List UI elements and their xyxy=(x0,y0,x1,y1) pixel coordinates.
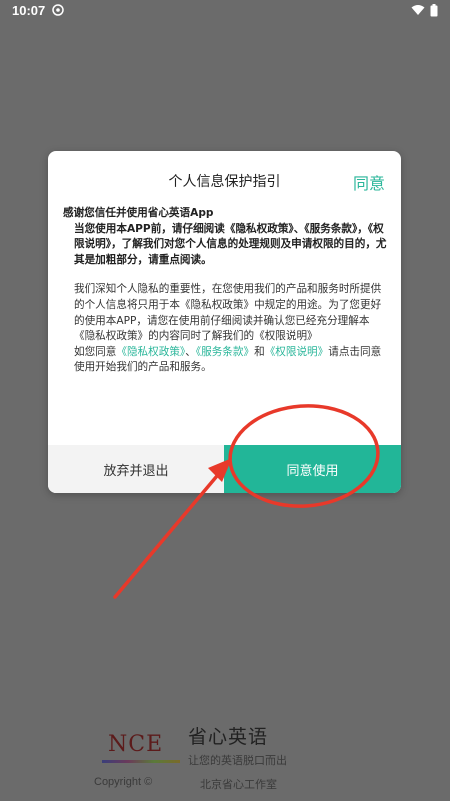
brand-slogan: 让您的英语脱口而出 xyxy=(188,754,287,767)
brand-name: 省心英语 xyxy=(188,726,269,748)
agree-link[interactable]: 同意 xyxy=(353,170,385,194)
consent-paragraph: 如您同意《隐私权政策》、《服务条款》和《权限说明》请点击同意使用开始我们的产品和… xyxy=(63,345,388,376)
separator-2: 和 xyxy=(254,345,265,358)
dialog-body: 感谢您信任并使用省心英语App 当您使用本APP前，请仔细阅读《隐私权政策》、《… xyxy=(63,206,388,376)
splash-brand: NCE 省心英语 让您的英语脱口而出 Copyright © 北京省心工作室 xyxy=(90,718,370,798)
wifi-icon xyxy=(411,5,425,15)
status-bar: 10:07 xyxy=(0,0,450,22)
permission-description-link[interactable]: 《权限说明》 xyxy=(265,346,329,358)
separator-1: 、 xyxy=(185,345,196,358)
brand-company: 北京省心工作室 xyxy=(200,778,277,791)
dialog-button-row: 放弃并退出 同意使用 xyxy=(48,445,401,493)
intro-line-1: 感谢您信任并使用省心英语App xyxy=(63,207,214,219)
intro-line-2: 当您使用本APP前，请仔细阅读《隐私权政策》、《服务条款》，《权限说明》，了解我… xyxy=(74,222,387,266)
privacy-dialog: 个人信息保护指引 同意 感谢您信任并使用省心英语App 当您使用本APP前，请仔… xyxy=(48,151,401,493)
dialog-title: 个人信息保护指引 xyxy=(168,174,281,190)
privacy-policy-link[interactable]: 《隐私权政策》 xyxy=(116,346,185,358)
policy-paragraph: 我们深知个人隐私的重要性，在您使用我们的产品和服务时所提供的个人信息将只用于本《… xyxy=(74,283,382,343)
decline-and-exit-button[interactable]: 放弃并退出 xyxy=(48,445,224,493)
notification-app-icon xyxy=(52,4,64,16)
battery-icon xyxy=(430,4,438,17)
consent-prefix: 如您同意 xyxy=(74,345,117,358)
agree-and-use-button[interactable]: 同意使用 xyxy=(224,445,401,493)
brand-copyright: Copyright © xyxy=(94,776,153,788)
brand-logo: NCE xyxy=(108,732,164,757)
status-time: 10:07 xyxy=(12,3,46,18)
brand-logo-underline xyxy=(102,760,180,763)
terms-of-service-link[interactable]: 《服务条款》 xyxy=(196,346,254,358)
